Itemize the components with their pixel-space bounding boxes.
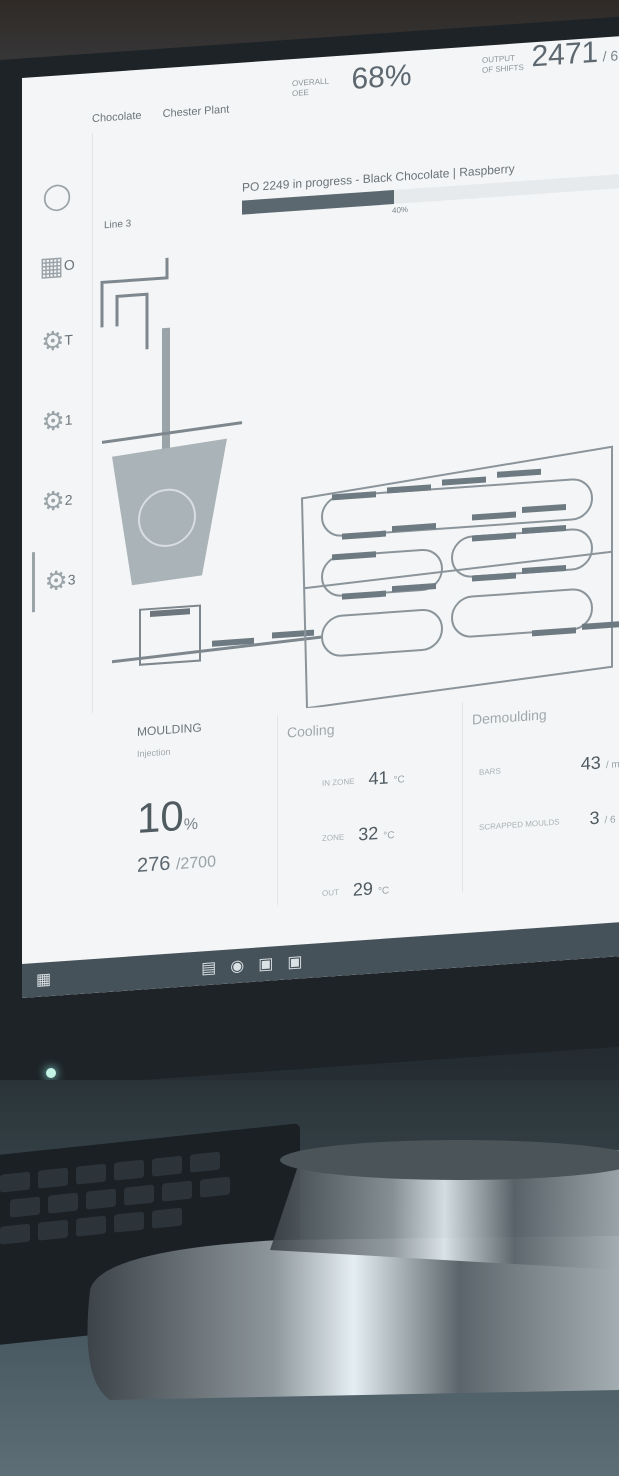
progress-label: 40% bbox=[392, 205, 409, 216]
sidebar-item-sub: 3 bbox=[67, 571, 76, 588]
cooling-row-label: OUT bbox=[322, 887, 339, 898]
photo-scene: Chocolate Chester Plant OVERALL OEE 68% … bbox=[0, 0, 619, 1476]
moulding-percent-value: 10 bbox=[137, 791, 184, 842]
cooling-row-label: ZONE bbox=[322, 832, 345, 843]
sidebar-item-sub: 1 bbox=[64, 411, 73, 429]
moulding-count-total: /2700 bbox=[175, 853, 216, 874]
feed-pipe bbox=[100, 257, 169, 350]
browser-icon[interactable]: ◉ bbox=[230, 955, 244, 976]
sidebar-item-line-t[interactable]: ⚙ T bbox=[32, 309, 82, 372]
sidebar-item-sub: O bbox=[63, 256, 75, 274]
process-diagram bbox=[100, 257, 619, 710]
app-icon[interactable]: ▣ bbox=[287, 951, 302, 972]
cooling-row-unit: °C bbox=[377, 885, 390, 898]
line-label: Line 3 bbox=[104, 218, 132, 232]
demoulding-title: Demoulding bbox=[472, 706, 547, 728]
metal-flange bbox=[87, 1140, 619, 1400]
kpi-output-label: OUTPUT OF SHIFTS bbox=[482, 53, 524, 75]
power-led bbox=[46, 1068, 56, 1078]
cooling-row-in: IN ZONE 41 °C bbox=[322, 766, 405, 793]
sidebar-item-overview[interactable]: ▦ O bbox=[32, 234, 82, 297]
demoulding-row-bars: BARS 43 / m bbox=[479, 751, 619, 782]
moulding-subtitle: Injection bbox=[137, 746, 171, 759]
chocolate-icon: ◯ bbox=[42, 179, 72, 212]
kpi-oee-value: 68% bbox=[351, 58, 412, 96]
sidebar: ◯ ▦ O ⚙ T ⚙ 1 ⚙ 2 ⚙ 3 bbox=[22, 133, 93, 718]
demoulding-row-scrap: SCRAPPED MOULDS 3 / 6 bbox=[479, 806, 616, 837]
cooling-tunnel bbox=[300, 445, 613, 710]
breadcrumb: Chocolate Chester Plant bbox=[92, 102, 247, 126]
hopper bbox=[112, 438, 227, 586]
demoulding-row-label: SCRAPPED MOULDS bbox=[479, 817, 560, 832]
demoulding-row-value: 3 bbox=[589, 807, 600, 829]
demoulding-row-unit: / 6 bbox=[604, 814, 616, 827]
sidebar-item-line-3[interactable]: ⚙ 3 bbox=[32, 548, 85, 613]
breadcrumb-plant[interactable]: Chester Plant bbox=[163, 104, 230, 121]
cooling-row-zone: ZONE 32 °C bbox=[322, 822, 395, 848]
monitor-screen: Chocolate Chester Plant OVERALL OEE 68% … bbox=[22, 33, 619, 999]
cooling-row-unit: °C bbox=[383, 829, 395, 842]
moulding-count-value: 276 bbox=[137, 852, 171, 877]
grid-icon: ▦ bbox=[39, 249, 64, 282]
gears-icon: ⚙ bbox=[41, 324, 65, 357]
kpi-oee-label: OVERALL OEE bbox=[292, 76, 329, 98]
gears-icon: ⚙ bbox=[41, 404, 65, 437]
moulding-title: MOULDING bbox=[137, 720, 202, 739]
folder-icon[interactable]: ▣ bbox=[258, 953, 273, 974]
sidebar-item-line-2[interactable]: ⚙ 2 bbox=[32, 469, 82, 532]
file-icon[interactable]: ▤ bbox=[201, 957, 216, 978]
divider bbox=[462, 702, 463, 893]
cooling-row-label: IN ZONE bbox=[322, 776, 355, 788]
kpi-oee: OVERALL OEE 68% bbox=[292, 59, 412, 101]
moulding-percent-unit: % bbox=[183, 815, 198, 834]
moulding-percent: 10% bbox=[137, 791, 198, 843]
sidebar-item-sub: 2 bbox=[64, 491, 73, 509]
cooling-row-value: 29 bbox=[352, 878, 373, 900]
kpi-output-suffix: / 6 bbox=[602, 47, 619, 65]
stats-panel: MOULDING Injection 10% 276 /2700 Cooling… bbox=[107, 688, 619, 947]
sidebar-item-line-1[interactable]: ⚙ 1 bbox=[32, 389, 82, 452]
demoulding-row-value: 43 bbox=[580, 752, 601, 774]
demoulding-row-unit: / m bbox=[605, 759, 619, 772]
gears-icon: ⚙ bbox=[44, 564, 68, 596]
divider bbox=[277, 715, 278, 906]
cooling-row-value: 41 bbox=[368, 767, 389, 789]
sidebar-item-sub: T bbox=[64, 331, 73, 349]
cooling-title: Cooling bbox=[287, 721, 335, 741]
kpi-output-value: 2471 bbox=[531, 35, 599, 74]
hopper-rail bbox=[101, 421, 243, 444]
gears-icon: ⚙ bbox=[41, 484, 65, 517]
progress-fill bbox=[242, 189, 394, 215]
breadcrumb-chocolate[interactable]: Chocolate bbox=[92, 110, 142, 125]
cooling-row-out: OUT 29 °C bbox=[322, 877, 389, 903]
demoulding-row-label: BARS bbox=[479, 766, 501, 777]
cooling-row-unit: °C bbox=[393, 774, 405, 787]
cooling-row-value: 32 bbox=[358, 823, 379, 845]
sidebar-item-chocolate[interactable]: ◯ bbox=[32, 164, 82, 227]
start-icon[interactable]: ▦ bbox=[36, 969, 51, 990]
moulding-count: 276 /2700 bbox=[137, 849, 216, 878]
